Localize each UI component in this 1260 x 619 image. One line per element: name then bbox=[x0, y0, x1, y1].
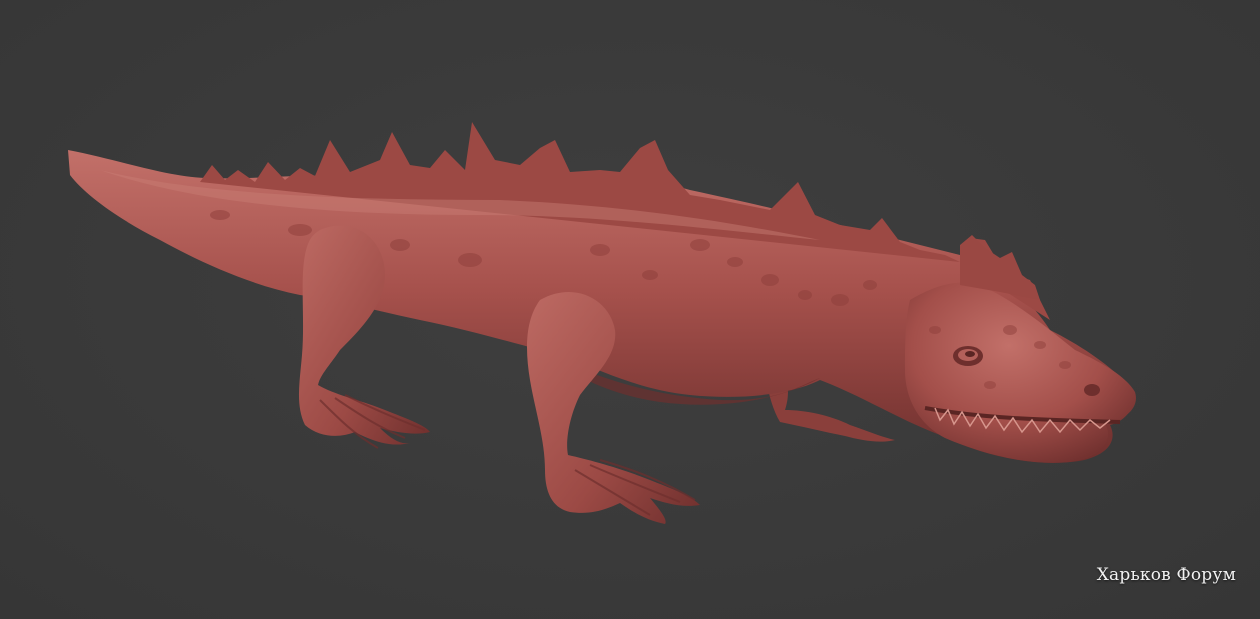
lizard-sculpt bbox=[68, 122, 1136, 524]
watermark-text: Харьков Форум bbox=[1096, 565, 1236, 585]
render-viewport: Харьков Форум bbox=[0, 0, 1260, 619]
